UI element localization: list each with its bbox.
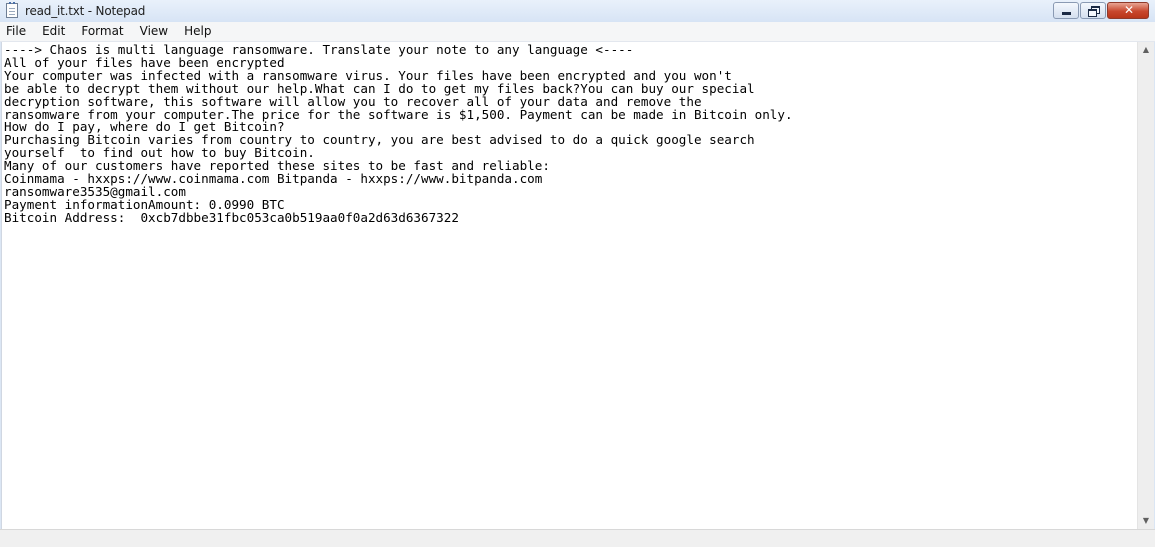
scroll-up-icon[interactable]: ▲ — [1138, 42, 1154, 58]
menu-edit[interactable]: Edit — [34, 22, 73, 41]
notepad-window: read_it.txt - Notepad ✕ File Edit Format… — [0, 0, 1155, 547]
scroll-down-icon[interactable]: ▼ — [1138, 513, 1154, 529]
minimize-icon — [1062, 12, 1071, 15]
menu-bar: File Edit Format View Help — [0, 22, 1155, 42]
menu-help[interactable]: Help — [176, 22, 219, 41]
note-text: ----> Chaos is multi language ransomware… — [2, 42, 1138, 225]
restore-icon — [1088, 6, 1100, 17]
status-strip — [0, 529, 1155, 547]
window-title: read_it.txt - Notepad — [25, 4, 146, 18]
vertical-scrollbar[interactable]: ▲ ▼ — [1137, 42, 1154, 529]
menu-file[interactable]: File — [0, 22, 34, 41]
restore-button[interactable] — [1080, 2, 1106, 19]
text-editor[interactable]: ----> Chaos is multi language ransomware… — [1, 42, 1138, 529]
title-bar[interactable]: read_it.txt - Notepad ✕ — [0, 0, 1155, 22]
caption-buttons: ✕ — [1052, 2, 1149, 19]
minimize-button[interactable] — [1053, 2, 1079, 19]
menu-view[interactable]: View — [132, 22, 176, 41]
notepad-icon[interactable] — [6, 2, 18, 18]
note-line: Bitcoin Address: 0xcb7dbbe31fbc053ca0b51… — [4, 209, 459, 225]
close-button[interactable]: ✕ — [1107, 2, 1149, 19]
close-icon: ✕ — [1123, 3, 1135, 17]
menu-format[interactable]: Format — [73, 22, 131, 41]
